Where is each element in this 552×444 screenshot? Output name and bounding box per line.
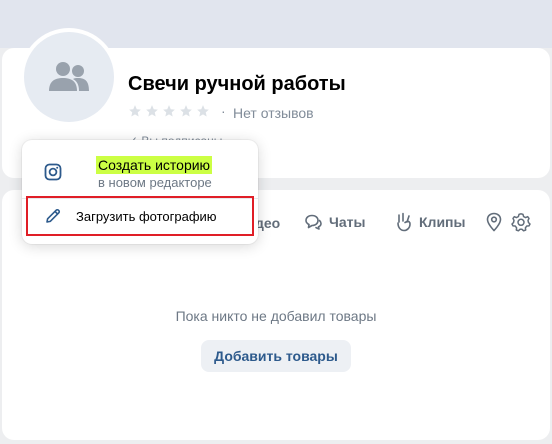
tab-clips-label: Клипы [419, 214, 466, 230]
tab-clips[interactable]: Клипы [395, 212, 465, 232]
create-story-item[interactable]: Создать историю в новом редакторе [22, 140, 258, 198]
chat-icon [305, 214, 322, 230]
star-icon [180, 105, 192, 117]
star-icon [129, 105, 141, 117]
add-products-button[interactable]: Добавить товары [201, 340, 351, 372]
instagram-icon [44, 163, 62, 181]
avatar-ring[interactable] [20, 28, 118, 126]
tab-chats-label: Чаты [329, 214, 366, 230]
community-avatar[interactable] [24, 32, 114, 122]
users-icon [49, 62, 89, 91]
star-icon [146, 105, 158, 117]
star-icon [197, 105, 209, 117]
star-icon [163, 105, 175, 117]
location-icon[interactable] [486, 212, 502, 232]
upload-photo-item[interactable]: Загрузить фотографию [26, 196, 254, 236]
gear-icon[interactable] [511, 212, 531, 232]
create-story-label: Создать историю [96, 156, 213, 174]
community-title: Свечи ручной работы [128, 73, 346, 95]
tab-video-label: део [255, 215, 281, 231]
empty-state-message: Пока никто не добавил товары [175, 308, 377, 324]
tab-chats[interactable]: Чаты [303, 212, 365, 232]
rating-stars[interactable] [128, 104, 210, 118]
upload-photo-label: Загрузить фотографию [76, 209, 217, 224]
avatar-dropdown-menu: Создать историю в новом редакторе Загруз… [22, 140, 258, 244]
clips-icon [397, 212, 411, 232]
tab-video[interactable]: део [255, 215, 280, 231]
create-story-sublabel: в новом редакторе [98, 175, 212, 190]
reviews-link[interactable]: Нет отзывов [233, 105, 314, 121]
pencil-icon [46, 208, 61, 223]
rating-separator: · [221, 103, 226, 119]
